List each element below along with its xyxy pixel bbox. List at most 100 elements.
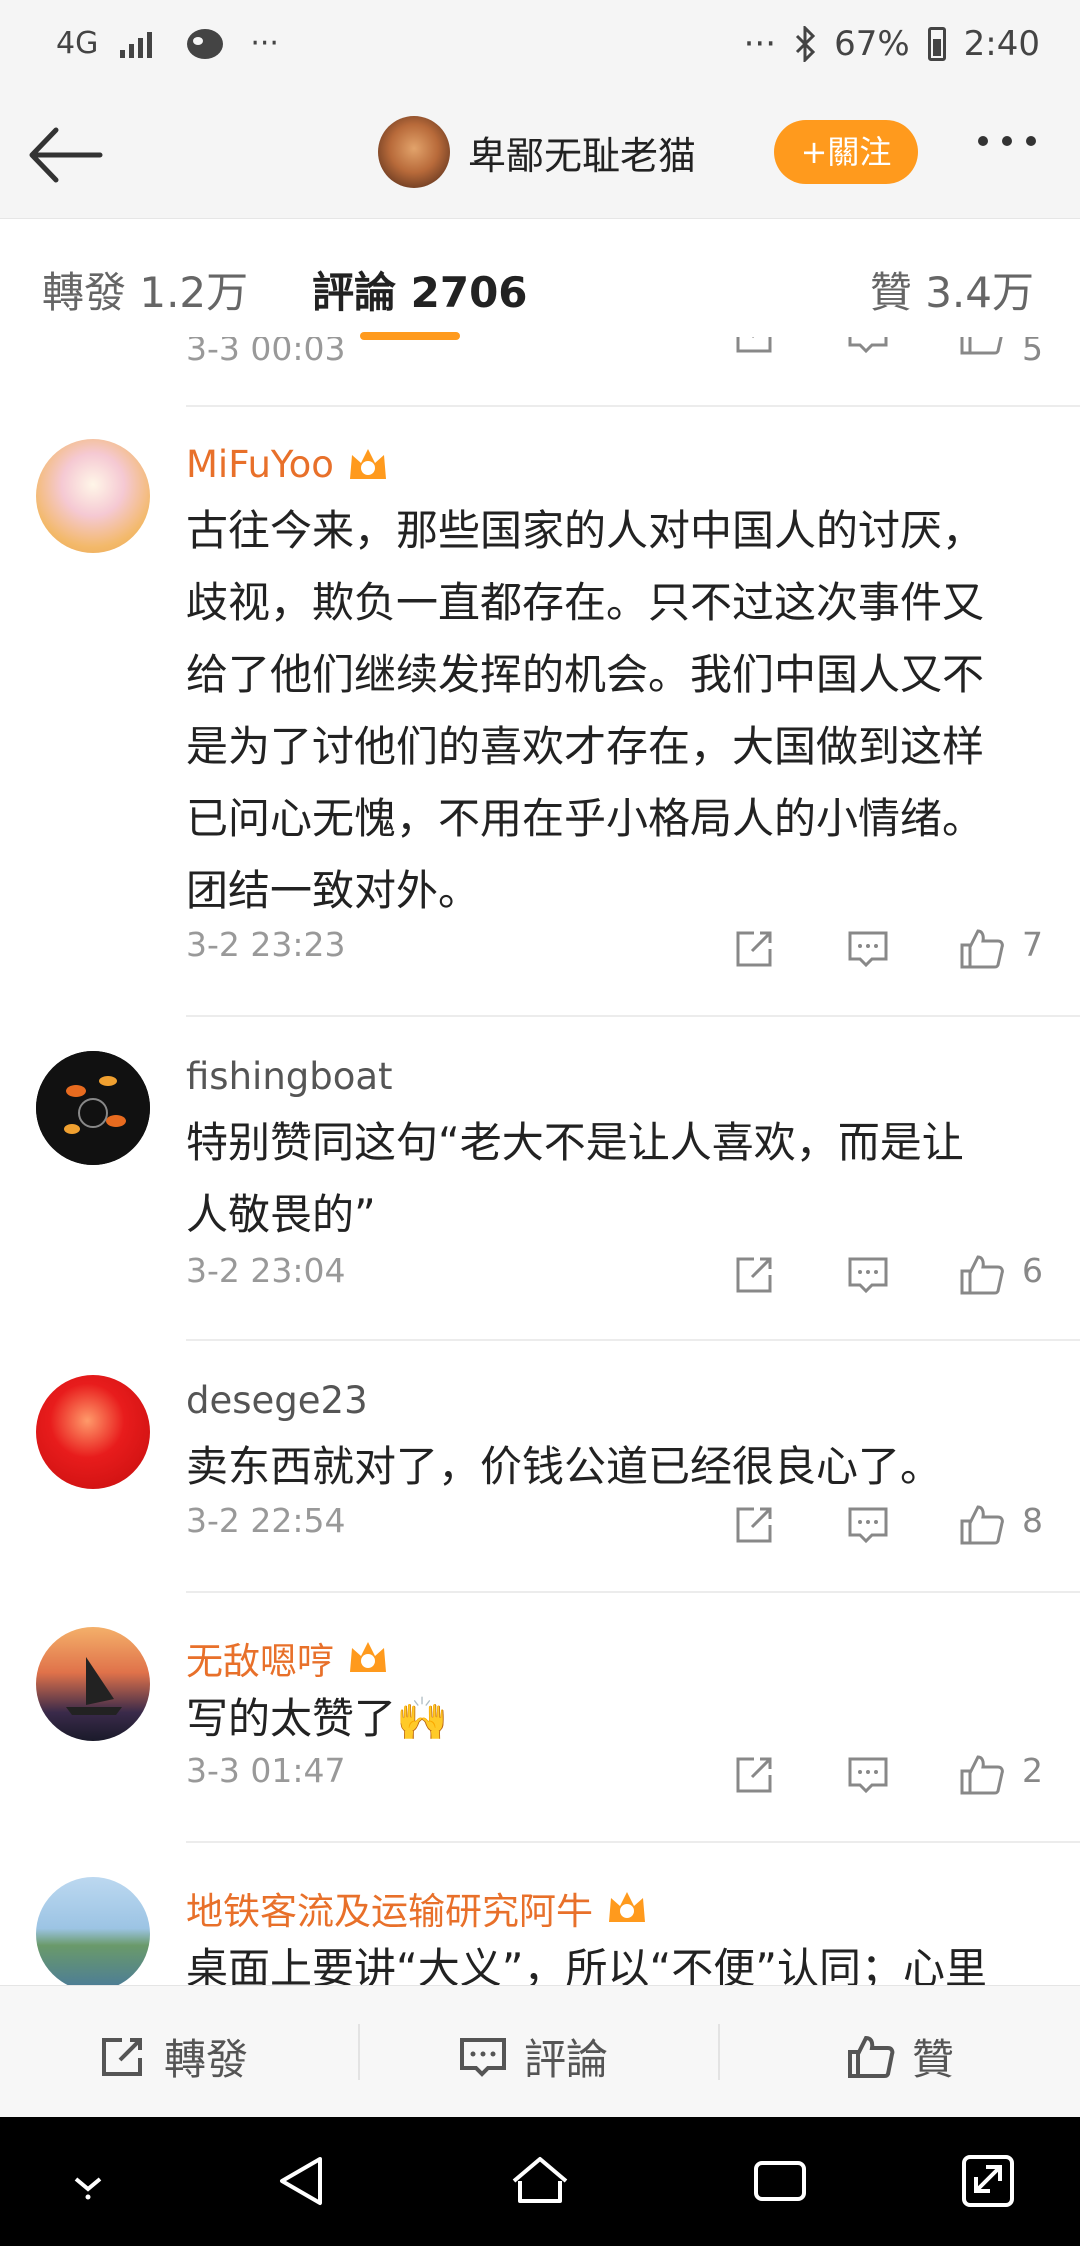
follow-button[interactable]: +關注 [774, 120, 918, 184]
tab-comments[interactable]: 評論 2706 [312, 259, 528, 320]
reply-icon[interactable] [846, 1753, 890, 1797]
repost-icon[interactable] [732, 1503, 776, 1547]
like-button[interactable]: 贊 [846, 2026, 954, 2087]
more-options-icon[interactable] [978, 136, 1036, 146]
vip-crown-icon [349, 448, 386, 479]
comment-item: 无敌嗯哼 写的太赞了🙌 3-3 01:47 2 [0, 1593, 1080, 1843]
signal-icon [120, 32, 153, 58]
home-icon[interactable] [508, 2151, 572, 2211]
system-nav-bar [0, 2117, 1080, 2246]
comment-text: 古往今来，那些国家的人对中国人的讨厌， 歧视，欺负一直都存在。只不过这次事件又 … [186, 495, 1046, 927]
top-nav-bar: 卑鄙无耻老猫 +關注 [0, 92, 1080, 219]
comment-button[interactable]: 評論 [458, 2026, 608, 2087]
comment-meta: 3-2 22:54 8 [186, 1501, 1066, 1551]
separator [718, 2024, 720, 2080]
username[interactable]: desege23 [186, 1379, 368, 1422]
comment-item: 地铁客流及运输研究阿牛 桌面上要讲“大义”，所以“不便”认同；心里 [0, 1843, 1080, 1985]
repost-icon[interactable] [732, 1753, 776, 1797]
repost-icon [102, 2037, 142, 2076]
comment-meta: 3-2 23:04 6 [186, 1251, 1066, 1301]
like-icon[interactable] [958, 337, 1006, 357]
username-text[interactable]: 地铁客流及运输研究阿牛 [186, 1881, 593, 1935]
comment-line: 歧视，欺负一直都存在。只不过这次事件又 [186, 578, 985, 627]
comment-text: 桌面上要讲“大义”，所以“不便”认同；心里 [186, 1933, 1046, 1985]
reply-icon[interactable] [846, 1253, 890, 1297]
reply-icon[interactable] [846, 337, 890, 357]
like-label[interactable]: 贊 [912, 2026, 954, 2087]
network-label: 4G [56, 25, 99, 61]
author-avatar[interactable] [378, 116, 450, 188]
app-notification-icon [187, 29, 224, 59]
username[interactable]: 地铁客流及运输研究阿牛 [186, 1881, 649, 1935]
bluetooth-icon [796, 26, 816, 62]
like-icon[interactable] [958, 1503, 1006, 1547]
avatar[interactable] [36, 1627, 150, 1741]
post-tabs: 轉發 1.2万 評論 2706 贊 3.4万 [0, 219, 1080, 349]
comment-time: 3-3 00:03 [186, 337, 346, 368]
comment-list: MiFuYoo 古往今来，那些国家的人对中国人的讨厌， 歧视，欺负一直都存在。只… [0, 405, 1080, 1985]
back-icon[interactable] [270, 2151, 334, 2211]
comment-line: 卖东西就对了，价钱公道已经很良心了。 [186, 1442, 943, 1491]
comment-item: desege23 卖东西就对了，价钱公道已经很良心了。 3-2 22:54 8 [0, 1341, 1080, 1593]
avatar[interactable] [36, 1051, 150, 1165]
bottom-action-bar: 轉發 評論 贊 [0, 1985, 1080, 2118]
author-info[interactable]: 卑鄙无耻老猫 [378, 116, 696, 188]
username-text[interactable]: MiFuYoo [186, 443, 334, 486]
repost-icon[interactable] [732, 927, 776, 971]
recent-apps-icon[interactable] [748, 2151, 812, 2211]
comment-line: 人敬畏的” [186, 1190, 376, 1239]
comment-line: 桌面上要讲“大义”，所以“不便”认同；心里 [186, 1944, 988, 1985]
comment-time: 3-2 23:23 [186, 925, 346, 964]
avatar[interactable] [36, 439, 150, 553]
reply-icon[interactable] [846, 927, 890, 971]
tab-repost[interactable]: 轉發 1.2万 [42, 259, 248, 320]
reply-icon[interactable] [846, 1503, 890, 1547]
comment-meta: 3-2 23:23 7 [186, 925, 1066, 975]
comment-line: 团结一致对外。 [186, 866, 481, 915]
repost-icon[interactable] [732, 337, 776, 357]
avatar[interactable] [36, 1877, 150, 1985]
back-arrow-icon[interactable] [26, 122, 106, 188]
like-count: 7 [1022, 925, 1043, 964]
comment-text: 特别赞同这句“老大不是让人喜欢，而是让 人敬畏的” [186, 1107, 1046, 1251]
tab-likes[interactable]: 贊 3.4万 [870, 259, 1034, 320]
battery-icon [927, 27, 946, 61]
avatar[interactable] [36, 1375, 150, 1489]
repost-button[interactable]: 轉發 [98, 2026, 248, 2087]
username-text[interactable]: 无敌嗯哼 [186, 1631, 334, 1685]
comment-line: 给了他们继续发挥的机会。我们中国人又不 [186, 650, 985, 699]
comment-meta: 3-3 01:47 2 [186, 1751, 1066, 1801]
repost-label[interactable]: 轉發 [164, 2026, 248, 2087]
comment-time: 3-3 01:47 [186, 1751, 346, 1790]
comment-text: 卖东西就对了，价钱公道已经很良心了。 [186, 1431, 1046, 1503]
repost-icon[interactable] [732, 1253, 776, 1297]
username-text[interactable]: fishingboat [186, 1055, 393, 1098]
vip-crown-icon [609, 1892, 645, 1922]
like-count: 6 [1022, 1251, 1043, 1290]
comment-label[interactable]: 評論 [524, 2026, 608, 2087]
like-icon[interactable] [958, 927, 1006, 971]
comment-line: 是为了讨他们的喜欢才存在，大国做到这样 [186, 722, 985, 771]
comment-time: 3-2 22:54 [186, 1501, 346, 1540]
username[interactable]: fishingboat [186, 1055, 393, 1098]
fullscreen-icon[interactable] [956, 2151, 1020, 2211]
like-count: 5 [1022, 337, 1043, 368]
username[interactable]: MiFuYoo [186, 443, 390, 486]
username[interactable]: 无敌嗯哼 [186, 1631, 390, 1685]
author-name[interactable]: 卑鄙无耻老猫 [468, 125, 696, 180]
comment-line: 已问心无愧，不用在乎小格局人的小情绪。 [186, 794, 985, 843]
like-icon[interactable] [958, 1753, 1006, 1797]
partial-comment-meta: 3-3 00:03 5 [0, 337, 1080, 387]
status-dots-right: ··· [743, 24, 777, 64]
like-count: 2 [1022, 1751, 1043, 1790]
status-bar: 4G ··· ··· 67% 2:40 [0, 0, 1080, 92]
username-text[interactable]: desege23 [186, 1379, 368, 1422]
like-icon[interactable] [958, 1253, 1006, 1297]
clock: 2:40 [963, 24, 1040, 64]
hide-keyboard-icon[interactable] [56, 2151, 120, 2211]
like-count: 8 [1022, 1501, 1043, 1540]
like-icon [848, 2035, 895, 2078]
comment-line: 特别赞同这句“老大不是让人喜欢，而是让 [186, 1118, 964, 1167]
comment-line: 古往今来，那些国家的人对中国人的讨厌， [186, 506, 985, 555]
status-dots: ··· [250, 25, 279, 61]
